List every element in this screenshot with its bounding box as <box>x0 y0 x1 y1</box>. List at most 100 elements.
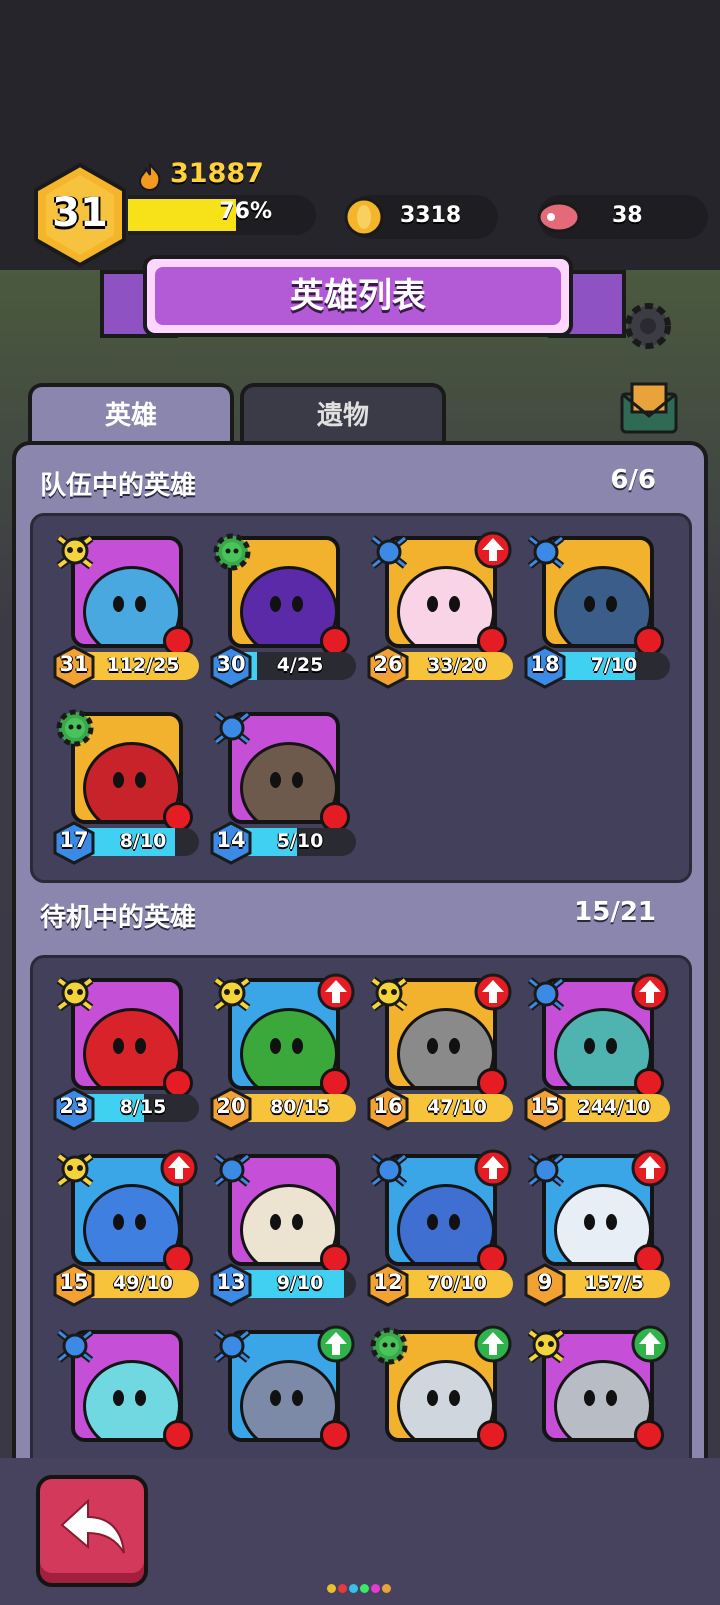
notification-dot <box>320 1420 350 1450</box>
back-button[interactable] <box>36 1475 148 1587</box>
bug-class-icon <box>213 1153 251 1187</box>
upgrade-arrow-icon <box>317 1325 355 1363</box>
hero-shards: 80/15 <box>270 1096 330 1118</box>
hero-level: 26 <box>373 652 403 676</box>
hero-shards: 33/20 <box>427 654 487 676</box>
hero-eye <box>449 1214 460 1230</box>
bug-class-icon <box>527 977 565 1011</box>
upgrade-arrow-icon <box>474 973 512 1011</box>
upgrade-arrow-icon <box>474 531 512 569</box>
skull-class-icon <box>527 1328 565 1364</box>
bench-hero-grid: 8/15 23 80/15 20 47/10 16 244/10 15 49/10 15 9/10 1… <box>30 955 692 1477</box>
hero-eye <box>449 1390 460 1406</box>
hero-card[interactable]: 8/15 23 <box>53 972 203 1137</box>
team-section-title: 队伍中的英雄 <box>40 471 197 501</box>
bench-count: 15/21 <box>574 897 656 927</box>
hero-card[interactable]: 5/10 14 <box>210 706 360 871</box>
hero-eye <box>135 1038 146 1054</box>
upgrade-arrow-icon <box>474 1149 512 1187</box>
bug-class-icon <box>527 535 565 569</box>
gear-class-icon <box>370 1327 408 1365</box>
hero-eye <box>135 596 146 612</box>
hero-level: 12 <box>373 1270 403 1294</box>
mail-icon[interactable] <box>618 380 680 436</box>
hero-eye <box>113 1038 124 1054</box>
fire-icon <box>138 163 161 191</box>
hero-level: 9 <box>537 1270 553 1294</box>
notification-dot <box>634 1420 664 1450</box>
hero-shards: 112/25 <box>106 654 180 676</box>
hero-eye <box>427 1038 438 1054</box>
hero-eye <box>606 1390 617 1406</box>
hero-eye <box>292 772 303 788</box>
hero-eye <box>449 596 460 612</box>
bug-class-icon <box>56 1329 94 1363</box>
hero-shards: 9/10 <box>276 1272 324 1294</box>
hero-card[interactable]: 33/20 26 <box>367 530 517 695</box>
hero-eye <box>606 596 617 612</box>
hero-card[interactable]: 47/10 16 <box>367 972 517 1137</box>
hero-eye <box>113 772 124 788</box>
bug-class-icon <box>213 1329 251 1363</box>
coin-icon <box>344 197 384 237</box>
notification-dot <box>163 1420 193 1450</box>
team-hero-grid: 112/25 31 4/25 30 33/20 26 7/10 18 8/10 17 5/10 14 <box>30 513 692 883</box>
hero-level: 31 <box>59 652 89 676</box>
tab-relics[interactable]: 遗物 <box>240 383 446 445</box>
hero-eye <box>292 1214 303 1230</box>
hero-card[interactable]: 9/10 13 <box>210 1148 360 1313</box>
hero-eye <box>427 1390 438 1406</box>
hero-level: 20 <box>216 1094 246 1118</box>
hero-eye <box>606 1214 617 1230</box>
upgrade-arrow-icon <box>474 1325 512 1363</box>
hero-shards: 7/10 <box>590 654 638 676</box>
hero-eye <box>270 1390 281 1406</box>
upgrade-arrow-icon <box>631 1149 669 1187</box>
banner-title: 英雄列表 <box>155 267 561 325</box>
skull-class-icon <box>370 976 408 1012</box>
hero-card[interactable]: 7/10 18 <box>524 530 674 695</box>
gear-icon[interactable] <box>620 298 676 354</box>
hero-card[interactable]: 80/15 20 <box>210 972 360 1137</box>
hero-shards: 8/15 <box>119 1096 167 1118</box>
hero-eye <box>113 596 124 612</box>
hero-shards: 8/10 <box>119 830 167 852</box>
hero-eye <box>270 1038 281 1054</box>
hero-eye <box>584 1038 595 1054</box>
hero-shards: 4/25 <box>276 654 324 676</box>
hero-eye <box>427 1214 438 1230</box>
skull-class-icon <box>56 534 94 570</box>
hero-shards: 70/10 <box>427 1272 487 1294</box>
bench-section-title: 待机中的英雄 <box>40 903 197 933</box>
hero-card[interactable]: 49/10 15 <box>53 1148 203 1313</box>
hero-card[interactable]: 112/25 31 <box>53 530 203 695</box>
bug-class-icon <box>370 1153 408 1187</box>
team-count: 6/6 <box>610 465 656 495</box>
back-arrow-icon <box>60 1498 125 1554</box>
upgrade-arrow-icon <box>160 1149 198 1187</box>
hero-eye <box>113 1390 124 1406</box>
hero-eye <box>135 1390 146 1406</box>
hero-card[interactable]: 157/5 9 <box>524 1148 674 1313</box>
skull-class-icon <box>213 976 251 1012</box>
hero-eye <box>584 1214 595 1230</box>
hero-eye <box>135 1214 146 1230</box>
hero-eye <box>427 596 438 612</box>
hero-eye <box>113 1214 124 1230</box>
bug-class-icon <box>527 1153 565 1187</box>
coin-count: 3318 <box>400 203 462 228</box>
tab-heroes[interactable]: 英雄 <box>28 383 234 445</box>
hero-card[interactable]: 8/10 17 <box>53 706 203 871</box>
xp-percent: 76% <box>219 199 272 224</box>
hero-card[interactable]: 4/25 30 <box>210 530 360 695</box>
hero-shards: 47/10 <box>427 1096 487 1118</box>
hero-level: 13 <box>216 1270 246 1294</box>
hero-card[interactable]: 244/10 15 <box>524 972 674 1137</box>
hero-eye <box>606 1038 617 1054</box>
hero-level: 14 <box>216 828 246 852</box>
skull-class-icon <box>56 976 94 1012</box>
hero-card[interactable]: 70/10 12 <box>367 1148 517 1313</box>
hero-level: 15 <box>59 1270 89 1294</box>
hero-eye <box>584 1390 595 1406</box>
hero-eye <box>270 772 281 788</box>
